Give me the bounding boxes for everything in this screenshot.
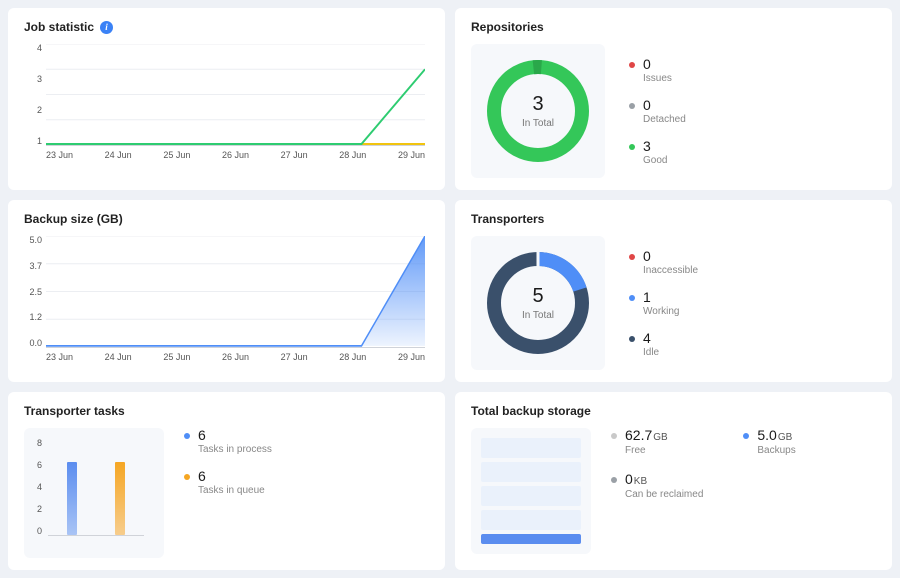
legend-item-working: 1Working <box>629 290 698 317</box>
repositories-total: 3 <box>532 93 543 116</box>
legend-item-good: 3Good <box>629 139 686 166</box>
transporters-donut: 5 In Total <box>483 248 593 358</box>
info-icon[interactable]: i <box>100 21 113 34</box>
transporters-card: Transporters 5 In Total <box>455 200 892 382</box>
repositories-total-label: In Total <box>522 118 554 129</box>
total-backup-storage-title: Total backup storage <box>471 404 591 418</box>
job-statistic-title: Job statistic <box>24 20 94 34</box>
transporters-title: Transporters <box>471 212 544 226</box>
dot-icon <box>184 433 190 439</box>
dot-icon <box>184 474 190 480</box>
legend-item-idle: 4Idle <box>629 331 698 358</box>
dot-icon <box>611 433 617 439</box>
bar-tasks-in-process <box>67 462 77 535</box>
x-tick: 26 Jun <box>222 150 249 164</box>
storage-slab <box>481 438 581 458</box>
legend-item-free: 62.7GBFree <box>611 428 703 456</box>
y-tick: 3 <box>24 75 42 84</box>
dot-icon <box>629 336 635 342</box>
y-tick: 0.0 <box>24 339 42 348</box>
bar-tasks-in-queue <box>115 462 125 535</box>
legend-item-detached: 0Detached <box>629 98 686 125</box>
repositories-donut: 3 In Total <box>483 56 593 166</box>
storage-slab <box>481 510 581 530</box>
dot-icon <box>611 477 617 483</box>
x-tick: 25 Jun <box>163 150 190 164</box>
y-tick: 8 <box>32 438 42 448</box>
transporter-tasks-card: Transporter tasks 8 6 4 2 0 <box>8 392 445 570</box>
y-tick: 2 <box>24 106 42 115</box>
repositories-legend: 0Issues 0Detached 3Good <box>629 57 686 166</box>
transporter-tasks-legend: 6Tasks in process 6Tasks in queue <box>184 428 272 496</box>
y-tick: 1 <box>24 137 42 146</box>
job-statistic-chart: 4 3 2 1 <box>24 44 429 164</box>
transporters-legend: 0Inaccessible 1Working 4Idle <box>629 249 698 358</box>
legend-item-reclaim: 0KBCan be reclaimed <box>611 472 703 500</box>
dot-icon <box>629 295 635 301</box>
legend-item-backups: 5.0GBBackups <box>743 428 835 456</box>
y-tick: 1.2 <box>24 313 42 322</box>
x-tick: 27 Jun <box>281 150 308 164</box>
x-tick: 24 Jun <box>105 352 132 366</box>
x-tick: 25 Jun <box>163 352 190 366</box>
x-tick: 23 Jun <box>46 352 73 366</box>
x-tick: 29 Jun <box>398 352 425 366</box>
storage-slab <box>481 486 581 506</box>
dot-icon <box>629 62 635 68</box>
y-tick: 2 <box>32 504 42 514</box>
backup-size-chart: 5.0 3.7 2.5 1.2 0.0 <box>24 236 429 366</box>
backup-size-card: Backup size (GB) 5.0 3.7 2.5 1.2 0.0 <box>8 200 445 382</box>
repositories-card: Repositories 3 In Total 0Issues <box>455 8 892 190</box>
y-tick: 3.7 <box>24 262 42 271</box>
x-tick: 24 Jun <box>105 150 132 164</box>
dot-icon <box>629 254 635 260</box>
transporter-tasks-title: Transporter tasks <box>24 404 125 418</box>
legend-item-issues: 0Issues <box>629 57 686 84</box>
storage-slab <box>481 462 581 482</box>
x-tick: 23 Jun <box>46 150 73 164</box>
job-statistic-card: Job statistic i 4 3 2 1 <box>8 8 445 190</box>
x-tick: 27 Jun <box>281 352 308 366</box>
backup-size-title: Backup size (GB) <box>24 212 123 226</box>
total-backup-storage-card: Total backup storage 62.7GBFree <box>455 392 892 570</box>
repositories-title: Repositories <box>471 20 544 34</box>
dot-icon <box>743 433 749 439</box>
legend-item-tasks-in-process: 6Tasks in process <box>184 428 272 455</box>
storage-slab-backups <box>481 534 581 544</box>
y-tick: 2.5 <box>24 288 42 297</box>
legend-item-tasks-in-queue: 6Tasks in queue <box>184 469 272 496</box>
x-tick: 29 Jun <box>398 150 425 164</box>
y-tick: 6 <box>32 460 42 470</box>
y-tick: 0 <box>32 526 42 536</box>
y-tick: 4 <box>32 482 42 492</box>
y-tick: 4 <box>24 44 42 53</box>
transporters-total-label: In Total <box>522 310 554 321</box>
storage-chart <box>471 428 591 554</box>
x-tick: 28 Jun <box>339 352 366 366</box>
storage-legend: 62.7GBFree 5.0GBBackups 0KBCan be reclai… <box>611 428 836 500</box>
y-tick: 5.0 <box>24 236 42 245</box>
legend-item-inaccessible: 0Inaccessible <box>629 249 698 276</box>
x-tick: 28 Jun <box>339 150 366 164</box>
x-tick: 26 Jun <box>222 352 249 366</box>
dot-icon <box>629 103 635 109</box>
transporter-tasks-chart: 8 6 4 2 0 <box>24 428 164 558</box>
dot-icon <box>629 144 635 150</box>
transporters-total: 5 <box>532 285 543 308</box>
